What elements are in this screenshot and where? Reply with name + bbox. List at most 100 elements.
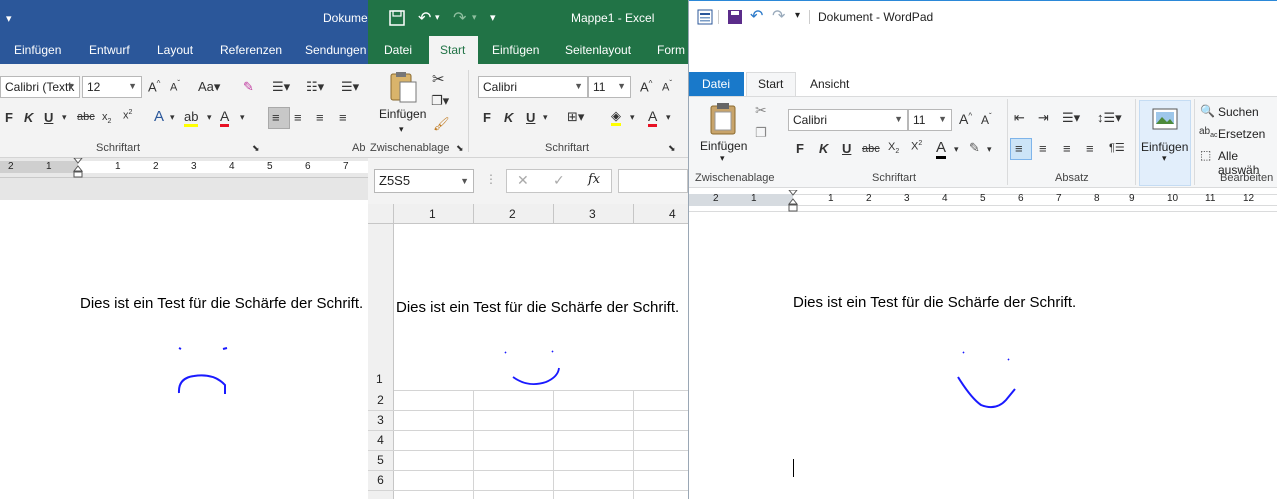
search-icon[interactable]: 🔍 <box>1200 104 1215 118</box>
chevron-down-icon[interactable]: ▼ <box>66 81 75 91</box>
row-header[interactable]: 3 <box>368 410 394 430</box>
select-all-corner[interactable] <box>368 204 394 224</box>
replace-button[interactable]: Ersetzen <box>1218 127 1265 141</box>
paste-icon[interactable] <box>709 102 739 136</box>
format-painter-icon[interactable]: 🖌 <box>433 116 450 132</box>
chevron-down-icon[interactable]: ▾ <box>472 12 477 23</box>
row-header[interactable]: 4 <box>368 430 394 450</box>
formula-input[interactable] <box>618 169 688 193</box>
wordpad-page[interactable]: Dies ist ein Test für die Schärfe der Sc… <box>689 213 1277 499</box>
clear-formatting-icon[interactable]: ✎ <box>243 79 254 95</box>
font-color-icon[interactable]: A <box>220 108 230 127</box>
font-color-icon[interactable]: A <box>936 139 947 159</box>
text-effects-icon[interactable]: A <box>154 108 164 125</box>
font-name-combo[interactable]: Calibri ▼ <box>788 109 908 131</box>
underline-icon[interactable]: U <box>526 110 535 125</box>
strikethrough-icon[interactable]: abc <box>862 143 880 155</box>
chevron-down-icon[interactable]: ▼ <box>128 81 137 91</box>
tab-formeln[interactable]: Form <box>657 43 685 57</box>
tab-start[interactable]: Start <box>440 43 465 57</box>
indent-marker-icon[interactable] <box>788 190 798 212</box>
shrink-font-icon[interactable]: Aˇ <box>170 79 180 94</box>
row-header[interactable]: 6 <box>368 470 394 490</box>
cancel-icon[interactable]: ✕ <box>517 172 529 189</box>
justify-icon[interactable]: ≡ <box>1086 141 1094 156</box>
grow-font-icon[interactable]: A^ <box>640 79 652 94</box>
chevron-down-icon[interactable]: ▾ <box>543 112 548 123</box>
chevron-down-icon[interactable]: ▼ <box>574 81 583 91</box>
tab-datei[interactable]: Datei <box>384 43 412 57</box>
chevron-down-icon[interactable]: ▾ <box>1162 153 1167 164</box>
tab-sendungen[interactable]: Sendungen <box>305 43 366 57</box>
subscript-icon[interactable]: X2 <box>888 141 899 155</box>
font-size-combo[interactable]: 11 ▼ <box>588 76 631 98</box>
justify-icon[interactable]: ≡ <box>339 110 347 125</box>
paste-label[interactable]: Einfügen <box>379 107 426 121</box>
name-box[interactable]: Z5S5 ▼ <box>374 169 474 193</box>
bold-icon[interactable]: F <box>796 141 804 156</box>
tab-datei[interactable]: Datei <box>702 77 730 91</box>
multilevel-list-icon[interactable]: ☰▾ <box>341 79 359 95</box>
fill-color-icon[interactable]: ◈ <box>611 108 621 126</box>
cut-icon[interactable]: ✂ <box>755 102 767 119</box>
bold-icon[interactable]: F <box>483 110 491 125</box>
copy-icon[interactable]: ❐▾ <box>431 93 449 109</box>
column-header[interactable]: 2 <box>509 207 516 221</box>
change-case-icon[interactable]: Aa▾ <box>198 79 220 95</box>
tab-seitenlayout[interactable]: Seitenlayout <box>565 43 631 57</box>
tab-start[interactable]: Start <box>758 77 783 91</box>
grow-font-icon[interactable]: A^ <box>959 111 972 127</box>
bullets-icon[interactable]: ☰▾ <box>1062 110 1080 126</box>
row-header-1-cell[interactable]: 1 <box>368 224 394 390</box>
chevron-down-icon[interactable]: ▾ <box>399 124 404 135</box>
align-right-icon[interactable]: ≡ <box>316 110 324 125</box>
italic-icon[interactable]: K <box>504 110 513 125</box>
undo-icon[interactable]: ↶ <box>418 8 431 28</box>
chevron-down-icon[interactable]: ▾ <box>62 112 67 123</box>
cut-icon[interactable]: ✂ <box>432 70 445 88</box>
word-page[interactable]: Dies ist ein Test für die Schärfe der Sc… <box>0 200 368 499</box>
underline-icon[interactable]: U <box>842 141 851 156</box>
tab-einfuegen[interactable]: Einfügen <box>492 43 539 57</box>
superscript-icon[interactable]: X2 <box>911 140 922 153</box>
tab-einfuegen[interactable]: Einfügen <box>14 43 61 57</box>
replace-icon[interactable]: abac <box>1199 126 1218 139</box>
borders-icon[interactable]: ⊞▾ <box>567 109 584 125</box>
strikethrough-icon[interactable]: abc <box>77 111 95 123</box>
tab-referenzen[interactable]: Referenzen <box>220 43 282 57</box>
column-header[interactable]: 4 <box>669 207 676 221</box>
bold-icon[interactable]: F <box>5 110 13 125</box>
tab-entwurf[interactable]: Entwurf <box>89 43 130 57</box>
dialog-launcher-icon[interactable]: ⬊ <box>456 143 464 154</box>
tab-layout[interactable]: Layout <box>157 43 193 57</box>
align-center-icon[interactable]: ≡ <box>294 110 302 125</box>
chevron-down-icon[interactable]: ▼ <box>938 114 947 124</box>
italic-icon[interactable]: K <box>819 141 828 156</box>
chevron-down-icon[interactable]: ▾ <box>435 12 440 23</box>
font-color-icon[interactable]: A <box>648 108 658 127</box>
quick-access-dropdown-icon[interactable]: ▾ <box>6 12 12 25</box>
insert-function-button[interactable]: fx <box>588 172 600 187</box>
select-all-icon[interactable]: ⬚ <box>1200 148 1211 162</box>
save-icon[interactable] <box>389 10 405 26</box>
dialog-launcher-icon[interactable]: ⬊ <box>252 143 260 154</box>
highlight-icon[interactable]: ✎ <box>969 140 980 156</box>
paragraph-icon[interactable]: ¶☰ <box>1109 141 1125 154</box>
italic-icon[interactable]: K <box>24 110 33 125</box>
shrink-font-icon[interactable]: Aˇ <box>981 112 992 127</box>
chevron-down-icon[interactable]: ▼ <box>617 81 626 91</box>
column-header[interactable]: 1 <box>429 207 436 221</box>
quick-access-dropdown-icon[interactable]: ▾ <box>795 10 800 21</box>
row-header[interactable]: 5 <box>368 450 394 470</box>
save-icon[interactable] <box>727 9 743 25</box>
underline-icon[interactable]: U <box>44 110 53 125</box>
chevron-down-icon[interactable]: ▾ <box>720 153 725 164</box>
row-header-partial[interactable] <box>368 490 394 499</box>
line-spacing-icon[interactable]: ↕☰▾ <box>1097 110 1122 126</box>
align-right-icon[interactable]: ≡ <box>1063 141 1071 156</box>
chevron-down-icon[interactable]: ▼ <box>894 114 903 124</box>
bullets-icon[interactable]: ☰▾ <box>272 79 290 95</box>
tab-ansicht[interactable]: Ansicht <box>810 77 849 91</box>
font-name-combo[interactable]: Calibri (Textk ▼ <box>0 76 80 98</box>
chevron-down-icon[interactable]: ▾ <box>630 112 635 123</box>
